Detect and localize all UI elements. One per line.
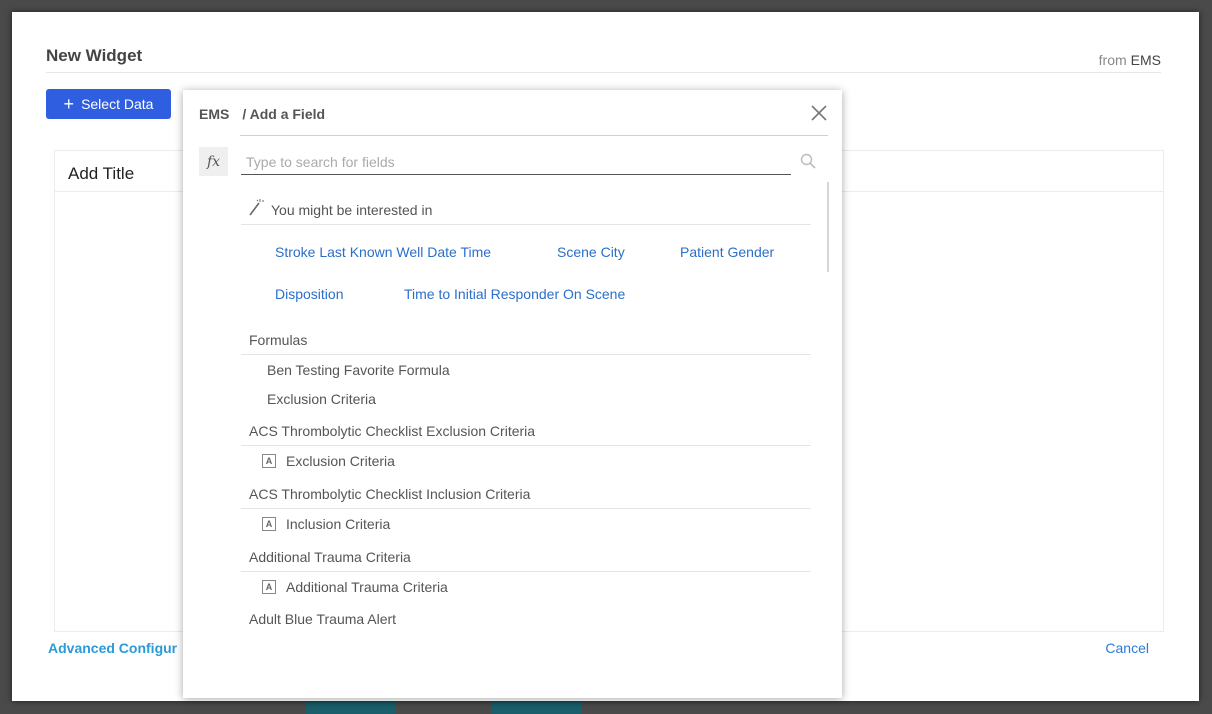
suggestions-label: You might be interested in [271,202,433,218]
cancel-button[interactable]: Cancel [1105,640,1149,656]
breadcrumb-current: / Add a Field [242,106,326,122]
group-header: Additional Trauma Criteria [241,549,811,572]
suggestion-link[interactable]: Scene City [557,244,625,260]
field-list: You might be interested in Stroke Last K… [241,182,811,698]
field-search-input[interactable] [241,150,791,175]
group-header: Adult Blue Trauma Alert [249,611,397,627]
advanced-configuration-link[interactable]: Advanced Configur [48,640,177,656]
header-divider [240,135,828,136]
field-item-label: Exclusion Criteria [286,453,395,469]
breadcrumb: EMS / Add a Field [199,106,325,122]
select-data-button[interactable]: + Select Data [46,89,171,119]
field-item[interactable]: A Exclusion Criteria [262,453,395,469]
group-header: ACS Thrombolytic Checklist Exclusion Cri… [241,423,811,446]
plus-icon: + [63,94,75,114]
suggestions-header: You might be interested in [241,190,811,225]
text-type-icon: A [262,454,276,468]
field-item-label: Inclusion Criteria [286,516,391,532]
breadcrumb-root[interactable]: EMS [199,106,229,122]
field-item-label: Additional Trauma Criteria [286,579,448,595]
field-item[interactable]: Ben Testing Favorite Formula [267,362,450,378]
title-divider [46,72,1161,73]
suggestion-link[interactable]: Stroke Last Known Well Date Time [275,244,491,260]
add-title-field[interactable]: Add Title [68,164,134,184]
from-label: from [1098,52,1127,68]
background-fragment [306,700,396,714]
select-data-label: Select Data [81,96,154,112]
close-icon[interactable] [810,104,828,122]
suggestion-link[interactable]: Disposition [275,286,343,302]
formula-button[interactable]: fx [199,147,228,176]
add-field-popup: EMS / Add a Field fx You might be interes… [183,90,842,698]
suggestion-link[interactable]: Patient Gender [680,244,774,260]
modal-title: New Widget [46,46,143,65]
group-header: ACS Thrombolytic Checklist Inclusion Cri… [241,486,811,509]
search-icon [800,153,816,169]
list-scrollbar[interactable] [827,182,829,272]
field-item[interactable]: A Additional Trauma Criteria [262,579,448,595]
text-type-icon: A [262,517,276,531]
group-header: Formulas [241,332,811,355]
field-item[interactable]: A Inclusion Criteria [262,516,390,532]
magic-wand-icon [249,199,264,216]
suggestion-link[interactable]: Time to Initial Responder On Scene [404,286,625,302]
source-name: EMS [1130,52,1161,68]
data-source-indicator: from EMS [1099,52,1161,68]
background-fragment [492,700,582,714]
field-item[interactable]: Exclusion Criteria [267,391,376,407]
text-type-icon: A [262,580,276,594]
